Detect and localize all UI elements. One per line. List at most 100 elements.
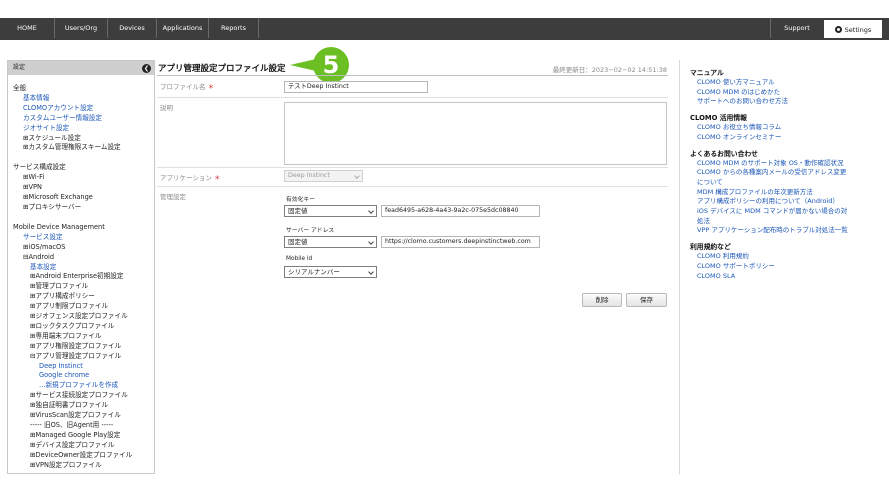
help-section-heading: 利用規約など bbox=[690, 243, 731, 252]
tree-item[interactable]: ⊞専用端末プロファイル bbox=[13, 332, 154, 342]
required-mark: ＊ bbox=[207, 83, 215, 91]
tree-item[interactable]: 基本情報 bbox=[13, 94, 154, 104]
description-label: 説明 bbox=[160, 104, 173, 112]
tree-item-deep-instinct[interactable]: Deep Instinct bbox=[13, 362, 154, 372]
help-link[interactable]: iOS デバイスに MDM コマンドが届かない場合の対 bbox=[690, 207, 883, 217]
nav-applications[interactable]: Applications bbox=[157, 18, 209, 38]
tree-heading-mdm: Mobile Device Management bbox=[13, 222, 105, 231]
help-link[interactable]: CLOMO お役立ち情報コラム bbox=[690, 123, 883, 133]
tree-item[interactable]: カスタムユーザー情報設定 bbox=[13, 114, 154, 124]
sidebar-title: 設定 bbox=[13, 64, 26, 71]
tree-item-new-profile[interactable]: …新規プロファイルを作成 bbox=[13, 381, 154, 391]
tree-item[interactable]: ⊞独自証明書プロファイル bbox=[13, 401, 154, 411]
step-badge: 5 bbox=[313, 47, 349, 83]
tree-item[interactable]: ⊞Wi-Fi bbox=[13, 173, 154, 183]
config-key-label: Mobile id bbox=[286, 256, 313, 262]
chevron-down-icon bbox=[354, 173, 360, 179]
config-value-input[interactable]: fead6495-a628-4a43-9a2c-075e5dc08840 bbox=[381, 205, 540, 217]
collapse-sidebar-icon[interactable]: ❮ bbox=[142, 64, 151, 73]
nav-users-org[interactable]: Users/Org bbox=[55, 18, 108, 38]
help-link[interactable]: CLOMO からの各種案内メールの受信アドレス変更 bbox=[690, 168, 883, 178]
help-link[interactable]: について bbox=[690, 178, 883, 188]
help-link[interactable]: CLOMO 利用規約 bbox=[690, 252, 883, 262]
help-link[interactable]: CLOMO SLA bbox=[690, 272, 883, 282]
tree-item[interactable]: ⊞VPN設定プロファイル bbox=[13, 461, 154, 471]
config-type-select[interactable]: 固定値 bbox=[284, 205, 377, 217]
help-link[interactable]: CLOMO 使い方マニュアル bbox=[690, 78, 883, 88]
tree-item[interactable]: ⊞アプリ構成ポリシー bbox=[13, 292, 154, 302]
help-link[interactable]: アプリ構成ポリシーの利用について（Android） bbox=[690, 197, 883, 207]
tree-item[interactable]: ⊞Managed Google Play設定 bbox=[13, 431, 154, 441]
nav-settings-tab[interactable]: Settings bbox=[823, 18, 883, 39]
tree-item[interactable]: ⊞ジオフェンス設定プロファイル bbox=[13, 312, 154, 322]
config-type-select[interactable]: シリアルナンバー bbox=[284, 266, 377, 278]
chevron-down-icon bbox=[368, 208, 374, 214]
tree-heading-general: 全般 bbox=[13, 84, 27, 92]
tree-item-service-settings[interactable]: サービス設定 bbox=[13, 233, 154, 243]
tree-item-app-mgmt[interactable]: ⊟アプリ管理設定プロファイル bbox=[13, 352, 154, 362]
nav-underline bbox=[0, 38, 889, 40]
delete-button[interactable]: 削除 bbox=[582, 293, 622, 307]
tree-item[interactable]: ⊞アプリ制限プロファイル bbox=[13, 302, 154, 312]
nav-settings-label: Settings bbox=[844, 26, 872, 34]
nav-support[interactable]: Support bbox=[770, 18, 823, 38]
tree-item[interactable]: ⊞デバイス設定プロファイル bbox=[13, 441, 154, 451]
config-key-label: サーバー アドレス bbox=[286, 228, 335, 234]
help-link[interactable]: CLOMO オンラインセミナー bbox=[690, 133, 883, 143]
help-section-heading: マニュアル bbox=[690, 69, 724, 77]
title-divider bbox=[157, 75, 668, 76]
tree-item[interactable]: ⊞アプリ権限設定プロファイル bbox=[13, 342, 154, 352]
tree-item-android[interactable]: ⊟Android bbox=[13, 253, 154, 263]
config-value-input[interactable]: https://clomo.customers.deepinstinctweb.… bbox=[381, 236, 540, 248]
chevron-down-icon bbox=[368, 269, 374, 275]
help-section-heading: CLOMO 活用情報 bbox=[690, 114, 747, 123]
application-select: Deep Instinct bbox=[284, 170, 363, 182]
tree-item[interactable]: ⊞VPN bbox=[13, 183, 154, 193]
page-title: アプリ管理設定プロファイル設定 bbox=[158, 64, 286, 74]
tree-divider-legacy: ----- 旧OS、旧Agent用 ----- bbox=[30, 421, 114, 429]
help-link[interactable]: 処法 bbox=[690, 217, 883, 227]
tree-item-google-chrome[interactable]: Google chrome bbox=[13, 371, 154, 381]
profile-name-input[interactable]: テストDeep Instinct bbox=[284, 81, 428, 93]
tree-item-ios[interactable]: ⊞iOS/macOS bbox=[13, 243, 154, 253]
help-link[interactable]: MDM 構成プロファイルの年次更新方法 bbox=[690, 188, 883, 198]
tree-item[interactable]: ⊞Android Enterprise初期設定 bbox=[13, 272, 154, 282]
help-link[interactable]: VPP アプリケーション配布時のトラブル対処法一覧 bbox=[690, 226, 883, 236]
save-button[interactable]: 保存 bbox=[626, 293, 667, 307]
managed-config-label: 管理設定 bbox=[160, 193, 186, 201]
tree-item[interactable]: ⊞プロキシサーバー bbox=[13, 203, 154, 213]
profile-name-label: プロファイル名 ＊ bbox=[160, 83, 215, 91]
tree-item[interactable]: ⊞管理プロファイル bbox=[13, 282, 154, 292]
application-label: アプリケーション ＊ bbox=[160, 174, 221, 182]
tree-item[interactable]: ⊞カスタム管理権限スキーム設定 bbox=[13, 143, 154, 153]
config-type-select[interactable]: 固定値 bbox=[284, 236, 377, 248]
help-link[interactable]: CLOMO MDM のはじめかた bbox=[690, 88, 883, 98]
tree-item[interactable]: ⊞ロックタスクプロファイル bbox=[13, 322, 154, 332]
row-divider bbox=[157, 167, 668, 168]
config-key-label: 有効化キー bbox=[286, 197, 315, 203]
nav-home[interactable]: HOME bbox=[0, 18, 55, 38]
tree-item[interactable]: ⊞サービス接続設定プロファイル bbox=[13, 391, 154, 401]
nav-devices[interactable]: Devices bbox=[108, 18, 157, 38]
help-link[interactable]: CLOMO サポートポリシー bbox=[690, 262, 883, 272]
gear-icon bbox=[834, 26, 842, 33]
tree-item-android-basic[interactable]: 基本設定 bbox=[13, 263, 154, 273]
tree-item[interactable]: CLOMOアカウント設定 bbox=[13, 104, 154, 114]
tree-item[interactable]: ⊞VirusScan設定プロファイル bbox=[13, 411, 154, 421]
settings-sidebar: 設定 ❮ 全般 基本情報 CLOMOアカウント設定 カスタムユーザー情報設定 ジ… bbox=[7, 60, 155, 474]
settings-tree: 全般 基本情報 CLOMOアカウント設定 カスタムユーザー情報設定 ジオサイト設… bbox=[8, 75, 154, 471]
tree-item[interactable]: ⊞DeviceOwner設定プロファイル bbox=[13, 451, 154, 461]
tree-item[interactable]: ⊞スケジュール設定 bbox=[13, 134, 154, 144]
tree-item[interactable]: ⊞Microsoft Exchange bbox=[13, 193, 154, 203]
help-link[interactable]: サポートへのお問い合わせ方法 bbox=[690, 97, 883, 107]
tree-item[interactable]: ジオサイト設定 bbox=[13, 124, 154, 134]
required-mark: ＊ bbox=[213, 174, 221, 182]
help-link[interactable]: CLOMO MDM のサポート対象 OS・動作確認状況 bbox=[690, 159, 883, 169]
top-nav-bar: HOME Users/Org Devices Applications Repo… bbox=[0, 18, 889, 39]
row-divider bbox=[157, 186, 668, 187]
chevron-down-icon bbox=[368, 239, 374, 245]
description-textarea[interactable] bbox=[284, 102, 667, 165]
nav-reports[interactable]: Reports bbox=[209, 18, 259, 38]
row-divider bbox=[157, 97, 668, 98]
help-section-heading: よくあるお問い合わせ bbox=[690, 149, 758, 158]
